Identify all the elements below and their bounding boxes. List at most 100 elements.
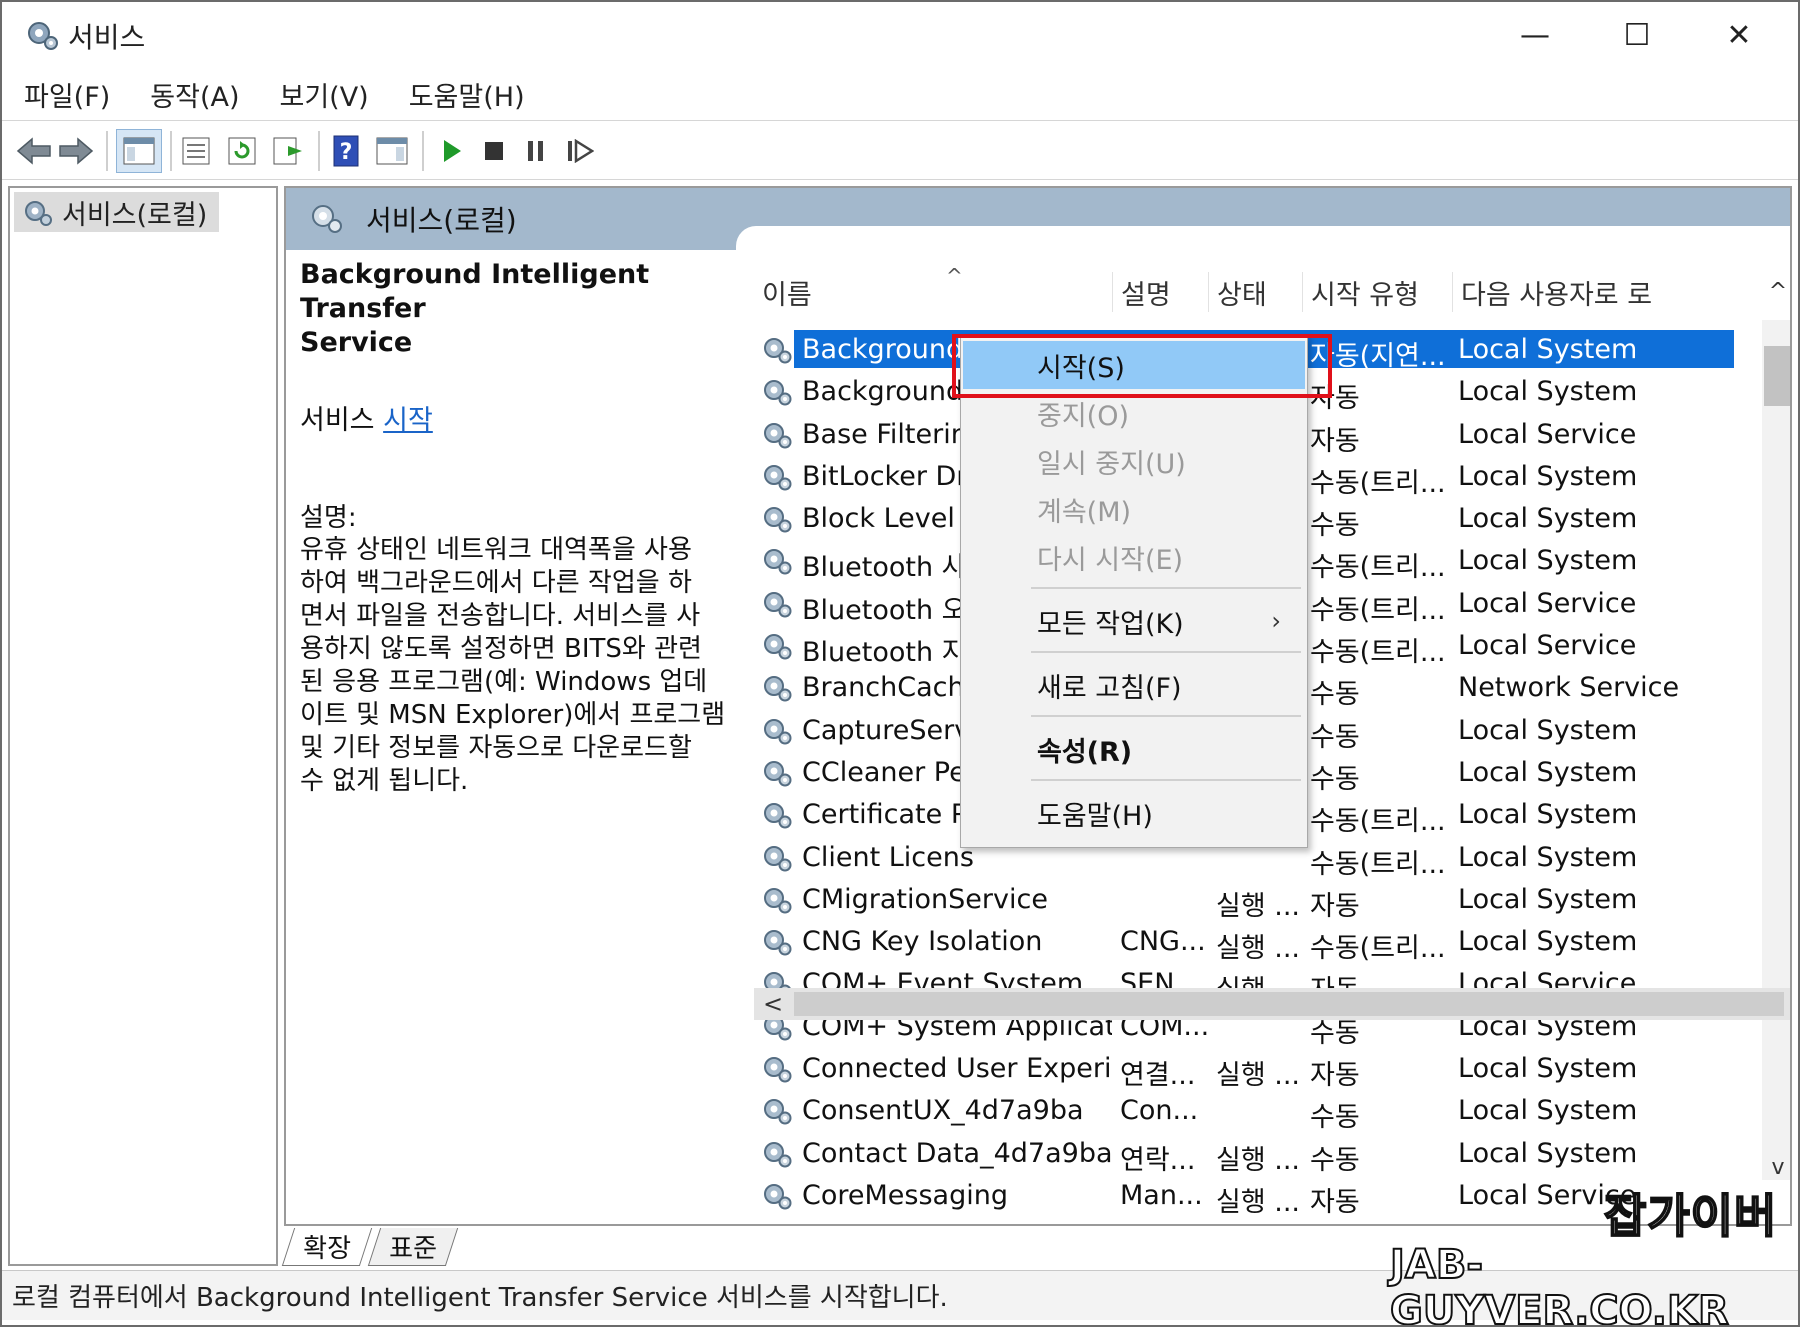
service-gear-icon: [760, 713, 794, 747]
service-startup-type: 수동(트리...: [1310, 806, 1446, 838]
menu-help[interactable]: 도움말(H): [409, 75, 525, 114]
service-gear-icon: [760, 543, 794, 577]
service-startup-type: 수동: [1310, 763, 1360, 795]
service-row[interactable]: Contact Data_4d7a9ba 연락... 실행 ... 수동 Local S…: [754, 1132, 1764, 1176]
service-startup-type: 수동(트리...: [1310, 848, 1446, 880]
column-header-logon-as[interactable]: 다음 사용자로 로: [1452, 272, 1758, 312]
refresh-button[interactable]: [222, 131, 262, 171]
export-list-button[interactable]: [268, 131, 308, 171]
context-pause[interactable]: 일시 중지(U): [963, 437, 1305, 485]
service-logon-as: Local System: [1458, 756, 1638, 788]
service-startup-type: 수동(트리...: [1310, 552, 1446, 584]
service-gear-icon: [760, 501, 794, 535]
tab-standard[interactable]: 표준: [367, 1228, 459, 1266]
close-button[interactable]: ✕: [1694, 8, 1784, 62]
resume-service-button[interactable]: [560, 131, 600, 171]
show-hide-tree-button[interactable]: [116, 129, 162, 173]
service-status: 실행 ...: [1216, 1186, 1298, 1218]
window-title: 서비스: [68, 21, 146, 54]
vertical-scrollbar[interactable]: v: [1762, 320, 1790, 1182]
menu-action[interactable]: 동작(A): [150, 75, 239, 114]
context-restart[interactable]: 다시 시작(E): [963, 533, 1305, 581]
maximize-button[interactable]: ☐: [1592, 8, 1682, 62]
column-header-description[interactable]: 설명: [1112, 272, 1208, 312]
context-help[interactable]: 도움말(H): [963, 789, 1305, 837]
horizontal-scroll-thumb[interactable]: [794, 992, 1784, 1016]
service-row[interactable]: CMigrationService 실행 ... 자동 Local System: [754, 878, 1764, 922]
service-startup-type: 자동: [1310, 1060, 1360, 1092]
service-startup-type: 수동(트리...: [1310, 594, 1446, 626]
service-logon-as: Local System: [1458, 503, 1638, 535]
context-help-label: 도움말(H): [1037, 800, 1153, 832]
context-properties[interactable]: 속성(R): [963, 725, 1305, 773]
context-pause-label: 일시 중지(U): [1037, 448, 1186, 480]
tab-extended[interactable]: 확장: [281, 1228, 373, 1266]
service-gear-icon: [760, 1136, 794, 1170]
forward-arrow-icon: [59, 137, 94, 165]
scroll-down-button[interactable]: v: [1764, 1152, 1790, 1182]
service-logon-as: Local System: [1458, 1137, 1638, 1169]
minimize-button[interactable]: —: [1490, 8, 1580, 62]
toolbar: ?: [2, 120, 1798, 180]
menu-file[interactable]: 파일(F): [24, 75, 110, 114]
menu-view[interactable]: 보기(V): [280, 75, 369, 114]
service-logon-as: Local System: [1458, 714, 1638, 746]
submenu-arrow-icon: ›: [1271, 607, 1281, 635]
toolbar-separator: [106, 131, 108, 171]
column-header-startup-type[interactable]: 시작 유형: [1302, 272, 1452, 312]
properties-button[interactable]: [176, 131, 216, 171]
help-button[interactable]: ?: [326, 131, 366, 171]
action-pane-button[interactable]: [372, 131, 412, 171]
tree-item-services-local[interactable]: 서비스(로컬): [14, 192, 220, 232]
start-service-button[interactable]: [432, 131, 472, 171]
pause-service-button[interactable]: [516, 131, 556, 171]
vertical-scroll-thumb[interactable]: [1764, 346, 1790, 406]
back-button[interactable]: [14, 131, 54, 171]
forward-button[interactable]: [56, 131, 96, 171]
desc-line: 이트 및 MSN Explorer)에서 프로그램: [300, 700, 726, 730]
watermark-korean: 잡가이버: [1603, 1188, 1778, 1244]
toolbar-separator: [318, 131, 320, 171]
service-description: Man...: [1120, 1179, 1203, 1211]
context-separator: [1031, 587, 1301, 589]
service-status: 실행 ...: [1216, 1144, 1298, 1176]
service-logon-as: Local System: [1458, 460, 1638, 492]
context-all-tasks[interactable]: 모든 작업(K) ›: [963, 597, 1305, 645]
desc-line: 된 응용 프로그램(예: Windows 업데: [300, 667, 708, 697]
service-row[interactable]: Connected User Experience...연결... 실행 ... 자…: [754, 1047, 1764, 1092]
service-gear-icon: [760, 374, 794, 408]
column-header-name[interactable]: 이름: [754, 272, 1114, 312]
column-header-status[interactable]: 상태: [1208, 272, 1302, 312]
service-logon-as: Local Service: [1458, 630, 1637, 662]
service-logon-as: Local System: [1458, 376, 1638, 408]
scroll-left-button[interactable]: <: [758, 988, 788, 1020]
context-refresh[interactable]: 새로 고침(F): [963, 661, 1305, 709]
service-startup-type: 수동: [1310, 1144, 1360, 1176]
close-icon: ✕: [1726, 17, 1752, 53]
service-row[interactable]: ConsentUX_4d7a9ba Con... 수동 Local System: [754, 1089, 1764, 1133]
context-separator: [1031, 715, 1301, 717]
service-name: CoreMessaging: [802, 1179, 1008, 1211]
context-resume[interactable]: 계속(M): [963, 485, 1305, 533]
desc-line: 용하지 않도록 설정하면 BITS와 관련: [300, 634, 702, 664]
service-status: 실행 ...: [1216, 890, 1298, 922]
start-service-link[interactable]: 시작: [383, 405, 433, 436]
refresh-icon: [228, 137, 256, 165]
watermark-domain: JAB-GUYVER.CO.KR: [1389, 1241, 1730, 1327]
context-properties-label: 속성(R): [1037, 736, 1133, 768]
service-gear-icon: [760, 797, 794, 831]
scroll-up-button[interactable]: ^: [1764, 274, 1790, 308]
service-name: ConsentUX_4d7a9ba: [802, 1095, 1084, 1127]
service-detail-pane: Background Intelligent Transfer Service …: [300, 258, 740, 798]
toolbar-separator: [170, 131, 172, 171]
service-gear-icon: [760, 332, 794, 366]
horizontal-scrollbar[interactable]: <: [754, 988, 1790, 1020]
toolbar-separator: [422, 131, 424, 171]
service-startup-type: 자동: [1310, 1186, 1360, 1218]
service-gear-icon: [760, 755, 794, 789]
service-row[interactable]: CNG Key Isolation CNG... 실행 ... 수동(트리... Loc…: [754, 920, 1764, 964]
context-resume-label: 계속(M): [1037, 496, 1132, 528]
service-gear-icon: [760, 417, 794, 451]
stop-service-button[interactable]: [474, 131, 514, 171]
service-logon-as: Local System: [1458, 799, 1638, 831]
